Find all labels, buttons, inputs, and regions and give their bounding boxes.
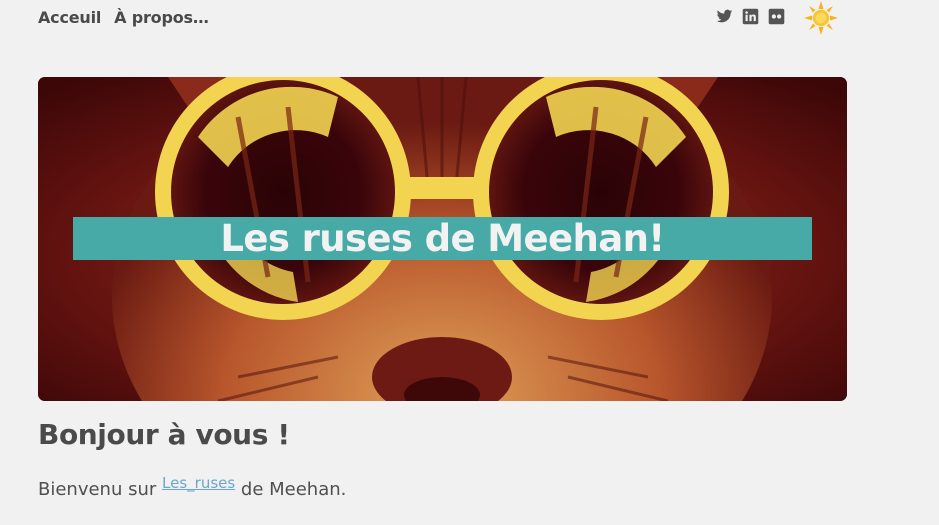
site-title: Les ruses de Meehan! bbox=[220, 217, 665, 260]
post-text-before: Bienvenu sur bbox=[38, 479, 163, 500]
twitter-link[interactable] bbox=[716, 8, 733, 25]
nav-item-about[interactable]: À propos… bbox=[114, 7, 209, 29]
flickr-icon bbox=[768, 8, 785, 25]
hero-banner: Les ruses de Meehan! bbox=[38, 77, 847, 401]
post-title: Bonjour à vous ! bbox=[38, 418, 290, 451]
post-link[interactable]: Les_ruses bbox=[162, 474, 235, 492]
flickr-link[interactable] bbox=[768, 8, 785, 25]
post-intro: Bienvenu sur Les_ruses de Meehan. bbox=[38, 474, 347, 503]
twitter-icon bbox=[716, 9, 733, 23]
theme-toggle-button[interactable] bbox=[804, 1, 838, 35]
social-links bbox=[716, 8, 785, 25]
nav-item-home[interactable]: Acceuil bbox=[38, 7, 101, 29]
linkedin-icon bbox=[742, 8, 759, 25]
main-nav: Acceuil À propos… bbox=[38, 7, 209, 29]
page: Acceuil À propos… Les ruses de Meehan! B… bbox=[0, 0, 939, 525]
sun-icon bbox=[804, 1, 838, 35]
linkedin-link[interactable] bbox=[742, 8, 759, 25]
post-text-after: de Meehan. bbox=[235, 479, 347, 500]
